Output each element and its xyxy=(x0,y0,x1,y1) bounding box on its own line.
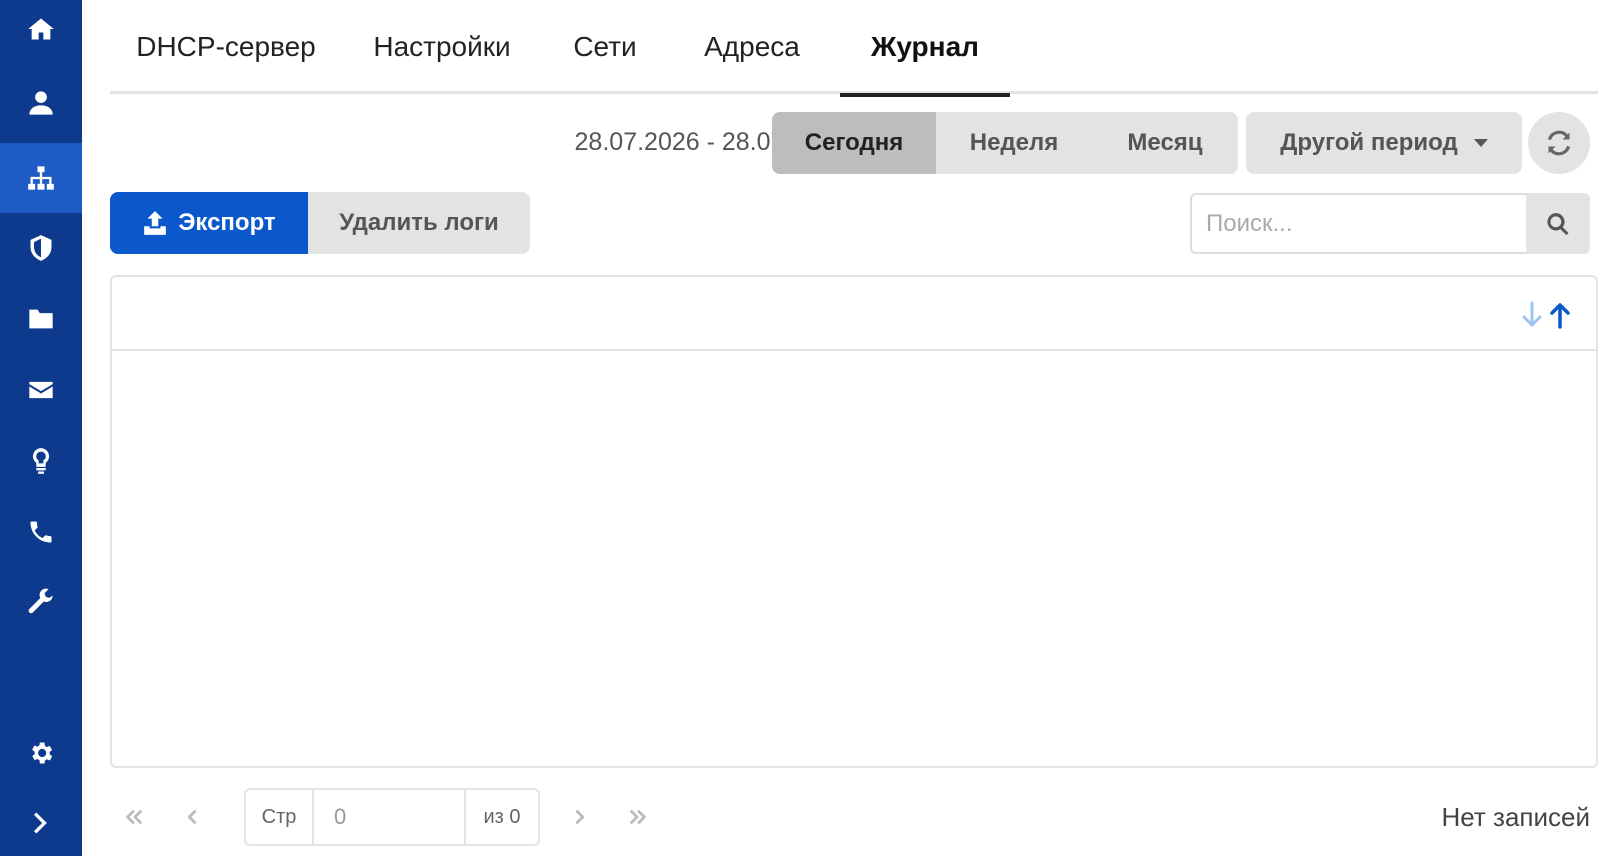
search-input[interactable] xyxy=(1190,193,1526,254)
prev-page-button[interactable] xyxy=(172,788,212,846)
export-button[interactable]: Экспорт xyxy=(110,192,308,254)
double-chevron-right-icon xyxy=(630,810,646,824)
tab-journal[interactable]: Журнал xyxy=(840,0,1010,97)
phone-icon xyxy=(30,521,52,543)
home-icon xyxy=(28,18,54,40)
folder-icon xyxy=(29,309,53,329)
sidebar-item-security[interactable] xyxy=(0,213,82,283)
gear-icon xyxy=(32,742,53,764)
tab-networks[interactable]: Сети xyxy=(542,0,668,94)
period-month-button[interactable]: Месяц xyxy=(1092,112,1238,174)
sidebar-item-telephony[interactable] xyxy=(0,497,82,567)
double-chevron-left-icon xyxy=(126,810,142,824)
other-period-dropdown[interactable]: Другой период xyxy=(1246,112,1522,174)
log-table xyxy=(110,275,1598,768)
network-icon xyxy=(28,166,54,190)
sidebar-item-home[interactable] xyxy=(0,0,82,64)
sidebar-item-tips[interactable] xyxy=(0,426,82,496)
sidebar-item-users[interactable] xyxy=(0,68,82,138)
search-button[interactable] xyxy=(1526,193,1590,254)
envelope-icon xyxy=(29,381,53,399)
sidebar-item-files[interactable] xyxy=(0,284,82,354)
tab-settings[interactable]: Настройки xyxy=(342,0,542,94)
sort-descending-icon[interactable] xyxy=(1520,301,1544,329)
next-page-button[interactable] xyxy=(560,788,600,846)
caret-down-icon xyxy=(1473,139,1488,147)
page-total: из 0 xyxy=(483,805,521,828)
wrench-icon xyxy=(28,588,53,614)
tab-addresses[interactable]: Адреса xyxy=(668,0,836,94)
tab-bar: DHCP-сервер Настройки Сети Адреса Журнал xyxy=(110,0,1598,97)
chevron-right-icon xyxy=(575,810,585,824)
chevron-left-icon xyxy=(187,810,197,824)
export-label: Экспорт xyxy=(178,209,276,236)
sidebar-item-tools[interactable] xyxy=(0,567,82,637)
page-number-input[interactable] xyxy=(312,790,466,844)
other-period-label: Другой период xyxy=(1280,129,1458,156)
chevron-right-icon xyxy=(34,812,47,834)
period-week-button[interactable]: Неделя xyxy=(936,112,1092,174)
refresh-button[interactable] xyxy=(1528,112,1590,174)
refresh-icon xyxy=(1547,130,1571,156)
last-page-button[interactable] xyxy=(618,788,658,846)
period-selector: Сегодня Неделя Месяц xyxy=(772,112,1238,174)
no-records-status: Нет записей xyxy=(1441,802,1590,832)
delete-logs-button[interactable]: Удалить логи xyxy=(308,192,530,254)
shield-icon xyxy=(30,235,52,261)
sort-controls xyxy=(1520,301,1572,329)
sidebar-item-mail[interactable] xyxy=(0,355,82,425)
search-icon xyxy=(1547,212,1569,235)
table-header xyxy=(112,277,1596,351)
first-page-button[interactable] xyxy=(114,788,154,846)
sort-ascending-icon[interactable] xyxy=(1548,301,1572,329)
period-today-button[interactable]: Сегодня xyxy=(772,112,936,174)
upload-icon xyxy=(144,211,167,235)
sidebar-item-network[interactable] xyxy=(0,143,82,213)
main-content: DHCP-сервер Настройки Сети Адреса Журнал… xyxy=(82,0,1622,856)
tab-dhcp-server[interactable]: DHCP-сервер xyxy=(110,0,342,94)
user-icon xyxy=(29,91,53,115)
sidebar-expand[interactable] xyxy=(0,788,82,856)
sidebar xyxy=(0,0,82,856)
page-label: Стр xyxy=(261,805,297,828)
lightbulb-icon xyxy=(32,448,50,474)
page-box: Стр из 0 xyxy=(244,788,540,846)
sidebar-item-settings[interactable] xyxy=(0,718,82,788)
